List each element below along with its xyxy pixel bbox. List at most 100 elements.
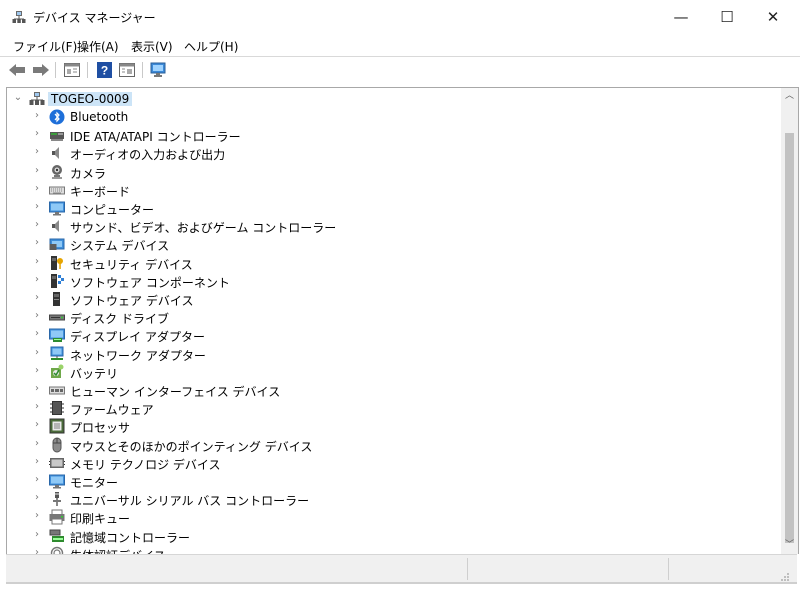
monitor-scan-icon	[150, 62, 166, 77]
tree-item[interactable]: › ネットワーク アダプター	[7, 345, 781, 363]
tree-item[interactable]: › プロセッサ	[7, 417, 781, 435]
tree-item[interactable]: › カメラ	[7, 163, 781, 181]
expand-chevron-icon[interactable]: ›	[32, 328, 42, 340]
expand-chevron-icon[interactable]: ›	[32, 419, 42, 431]
tree-item[interactable]: › 記憶域コントローラー	[7, 527, 781, 545]
properties-view-button[interactable]	[62, 60, 82, 80]
minimize-button[interactable]: —	[658, 0, 704, 34]
menu-view[interactable]: 表示(V)	[131, 38, 173, 55]
tree-item[interactable]: › 印刷キュー	[7, 508, 781, 526]
expand-chevron-icon[interactable]: ›	[32, 310, 42, 322]
software-device-icon	[53, 292, 60, 306]
tree-item[interactable]: › キーボード	[7, 181, 781, 199]
expand-chevron-icon[interactable]: ›	[32, 529, 42, 541]
expand-chevron-icon[interactable]: ›	[32, 383, 42, 395]
tree-item[interactable]: › オーディオの入力および出力	[7, 144, 781, 162]
tree-item-label: バッテリ	[70, 367, 119, 381]
tree-item[interactable]: › 生体認証デバイス	[7, 545, 781, 554]
close-icon: ✕	[766, 8, 780, 26]
expand-chevron-icon[interactable]: ›	[32, 347, 42, 359]
tree-item[interactable]: › ソフトウェア デバイス	[7, 290, 781, 308]
processor-icon	[49, 418, 65, 434]
help-icon: ?	[96, 62, 112, 78]
help-button[interactable]: ?	[94, 60, 114, 80]
expand-chevron-icon[interactable]: ›	[32, 456, 42, 468]
expand-chevron-icon[interactable]: ›	[32, 274, 42, 286]
action-view-button[interactable]	[117, 60, 137, 80]
expand-chevron-icon[interactable]: ›	[32, 201, 42, 213]
tree-item-label: ファームウェア	[70, 403, 154, 417]
tree-item[interactable]: › ディスク ドライブ	[7, 308, 781, 326]
resize-grip-icon[interactable]	[780, 572, 790, 582]
tree-item[interactable]: › モニター	[7, 472, 781, 490]
menu-file[interactable]: ファイル(F)	[13, 38, 77, 55]
forward-icon	[33, 64, 49, 76]
tree-item[interactable]: › ソフトウェア コンポーネント	[7, 272, 781, 290]
tree-item[interactable]: › ヒューマン インターフェイス デバイス	[7, 381, 781, 399]
close-button[interactable]: ✕	[750, 0, 796, 34]
menu-action[interactable]: 操作(A)	[77, 38, 119, 55]
mouse-icon	[52, 437, 62, 453]
tree-item[interactable]: › Bluetooth	[7, 108, 781, 126]
expand-chevron-icon[interactable]: ›	[32, 237, 42, 249]
expand-chevron-icon[interactable]: ›	[32, 438, 42, 450]
expand-chevron-icon[interactable]: ›	[32, 510, 42, 522]
system-device-icon	[49, 238, 65, 250]
tree-item[interactable]: › マウスとそのほかのポインティング デバイス	[7, 436, 781, 454]
storage-controller-icon	[49, 529, 64, 542]
tree-item[interactable]: › バッテリ	[7, 363, 781, 381]
tree-item[interactable]: › コンピューター	[7, 199, 781, 217]
expand-chevron-icon[interactable]: ›	[32, 183, 42, 195]
maximize-icon: ☐	[720, 8, 734, 26]
tree-item[interactable]: › ユニバーサル シリアル バス コントローラー	[7, 490, 781, 508]
tree-item[interactable]: › ファームウェア	[7, 399, 781, 417]
vertical-scrollbar[interactable]: ︿ ﹀	[781, 88, 798, 554]
expand-chevron-icon[interactable]: ›	[32, 365, 42, 377]
collapse-chevron-icon[interactable]: ⌄	[13, 92, 23, 104]
computer-icon	[49, 201, 65, 216]
expand-chevron-icon[interactable]: ›	[32, 292, 42, 304]
tree-item[interactable]: › ディスプレイ アダプター	[7, 326, 781, 344]
tree-item[interactable]: › システム デバイス	[7, 235, 781, 253]
expand-chevron-icon[interactable]: ›	[32, 401, 42, 413]
tree-item[interactable]: › セキュリティ デバイス	[7, 254, 781, 272]
tree-root[interactable]: ⌄ TOGEO-0009	[7, 90, 781, 108]
expand-chevron-icon[interactable]: ›	[32, 146, 42, 158]
device-manager-icon	[12, 11, 26, 23]
tree-item-label: マウスとそのほかのポインティング デバイス	[70, 440, 313, 454]
expand-chevron-icon[interactable]: ›	[32, 547, 42, 554]
printer-icon	[49, 509, 65, 525]
disk-drive-icon	[49, 314, 65, 321]
display-adapter-icon	[49, 328, 65, 342]
expand-chevron-icon[interactable]: ›	[32, 492, 42, 504]
forward-button[interactable]	[31, 60, 51, 80]
tree-item-label: キーボード	[70, 185, 131, 199]
back-icon	[9, 64, 25, 76]
tree-item[interactable]: › サウンド、ビデオ、およびゲーム コントローラー	[7, 217, 781, 235]
tree-item-label: ネットワーク アダプター	[70, 349, 206, 363]
expand-chevron-icon[interactable]: ›	[32, 110, 42, 122]
expand-chevron-icon[interactable]: ›	[32, 474, 42, 486]
expand-chevron-icon[interactable]: ›	[32, 128, 42, 140]
scroll-up-arrow-icon[interactable]: ︿	[781, 88, 798, 105]
tree-item-label: ディスプレイ アダプター	[70, 330, 205, 344]
maximize-button[interactable]: ☐	[704, 0, 750, 34]
scroll-down-arrow-icon[interactable]: ﹀	[781, 537, 798, 554]
expand-chevron-icon[interactable]: ›	[32, 165, 42, 177]
expand-chevron-icon[interactable]: ›	[32, 219, 42, 231]
tree-item[interactable]: › メモリ テクノロジ デバイス	[7, 454, 781, 472]
menu-help[interactable]: ヘルプ(H)	[184, 38, 238, 55]
tree-item[interactable]: › IDE ATA/ATAPI コントローラー	[7, 126, 781, 144]
back-button[interactable]	[7, 60, 27, 80]
scan-hardware-button[interactable]	[149, 60, 169, 80]
battery-icon	[51, 364, 64, 378]
tree-item-label: サウンド、ビデオ、およびゲーム コントローラー	[70, 221, 337, 235]
expand-chevron-icon[interactable]: ›	[32, 256, 42, 268]
network-adapter-icon	[50, 346, 64, 360]
window-title: デバイス マネージャー	[33, 11, 156, 25]
status-divider	[668, 558, 669, 580]
memory-icon	[49, 458, 65, 468]
tree-item-label: 印刷キュー	[70, 512, 131, 526]
scrollbar-thumb[interactable]	[785, 133, 794, 543]
tree-item-label: オーディオの入力および出力	[70, 148, 226, 162]
